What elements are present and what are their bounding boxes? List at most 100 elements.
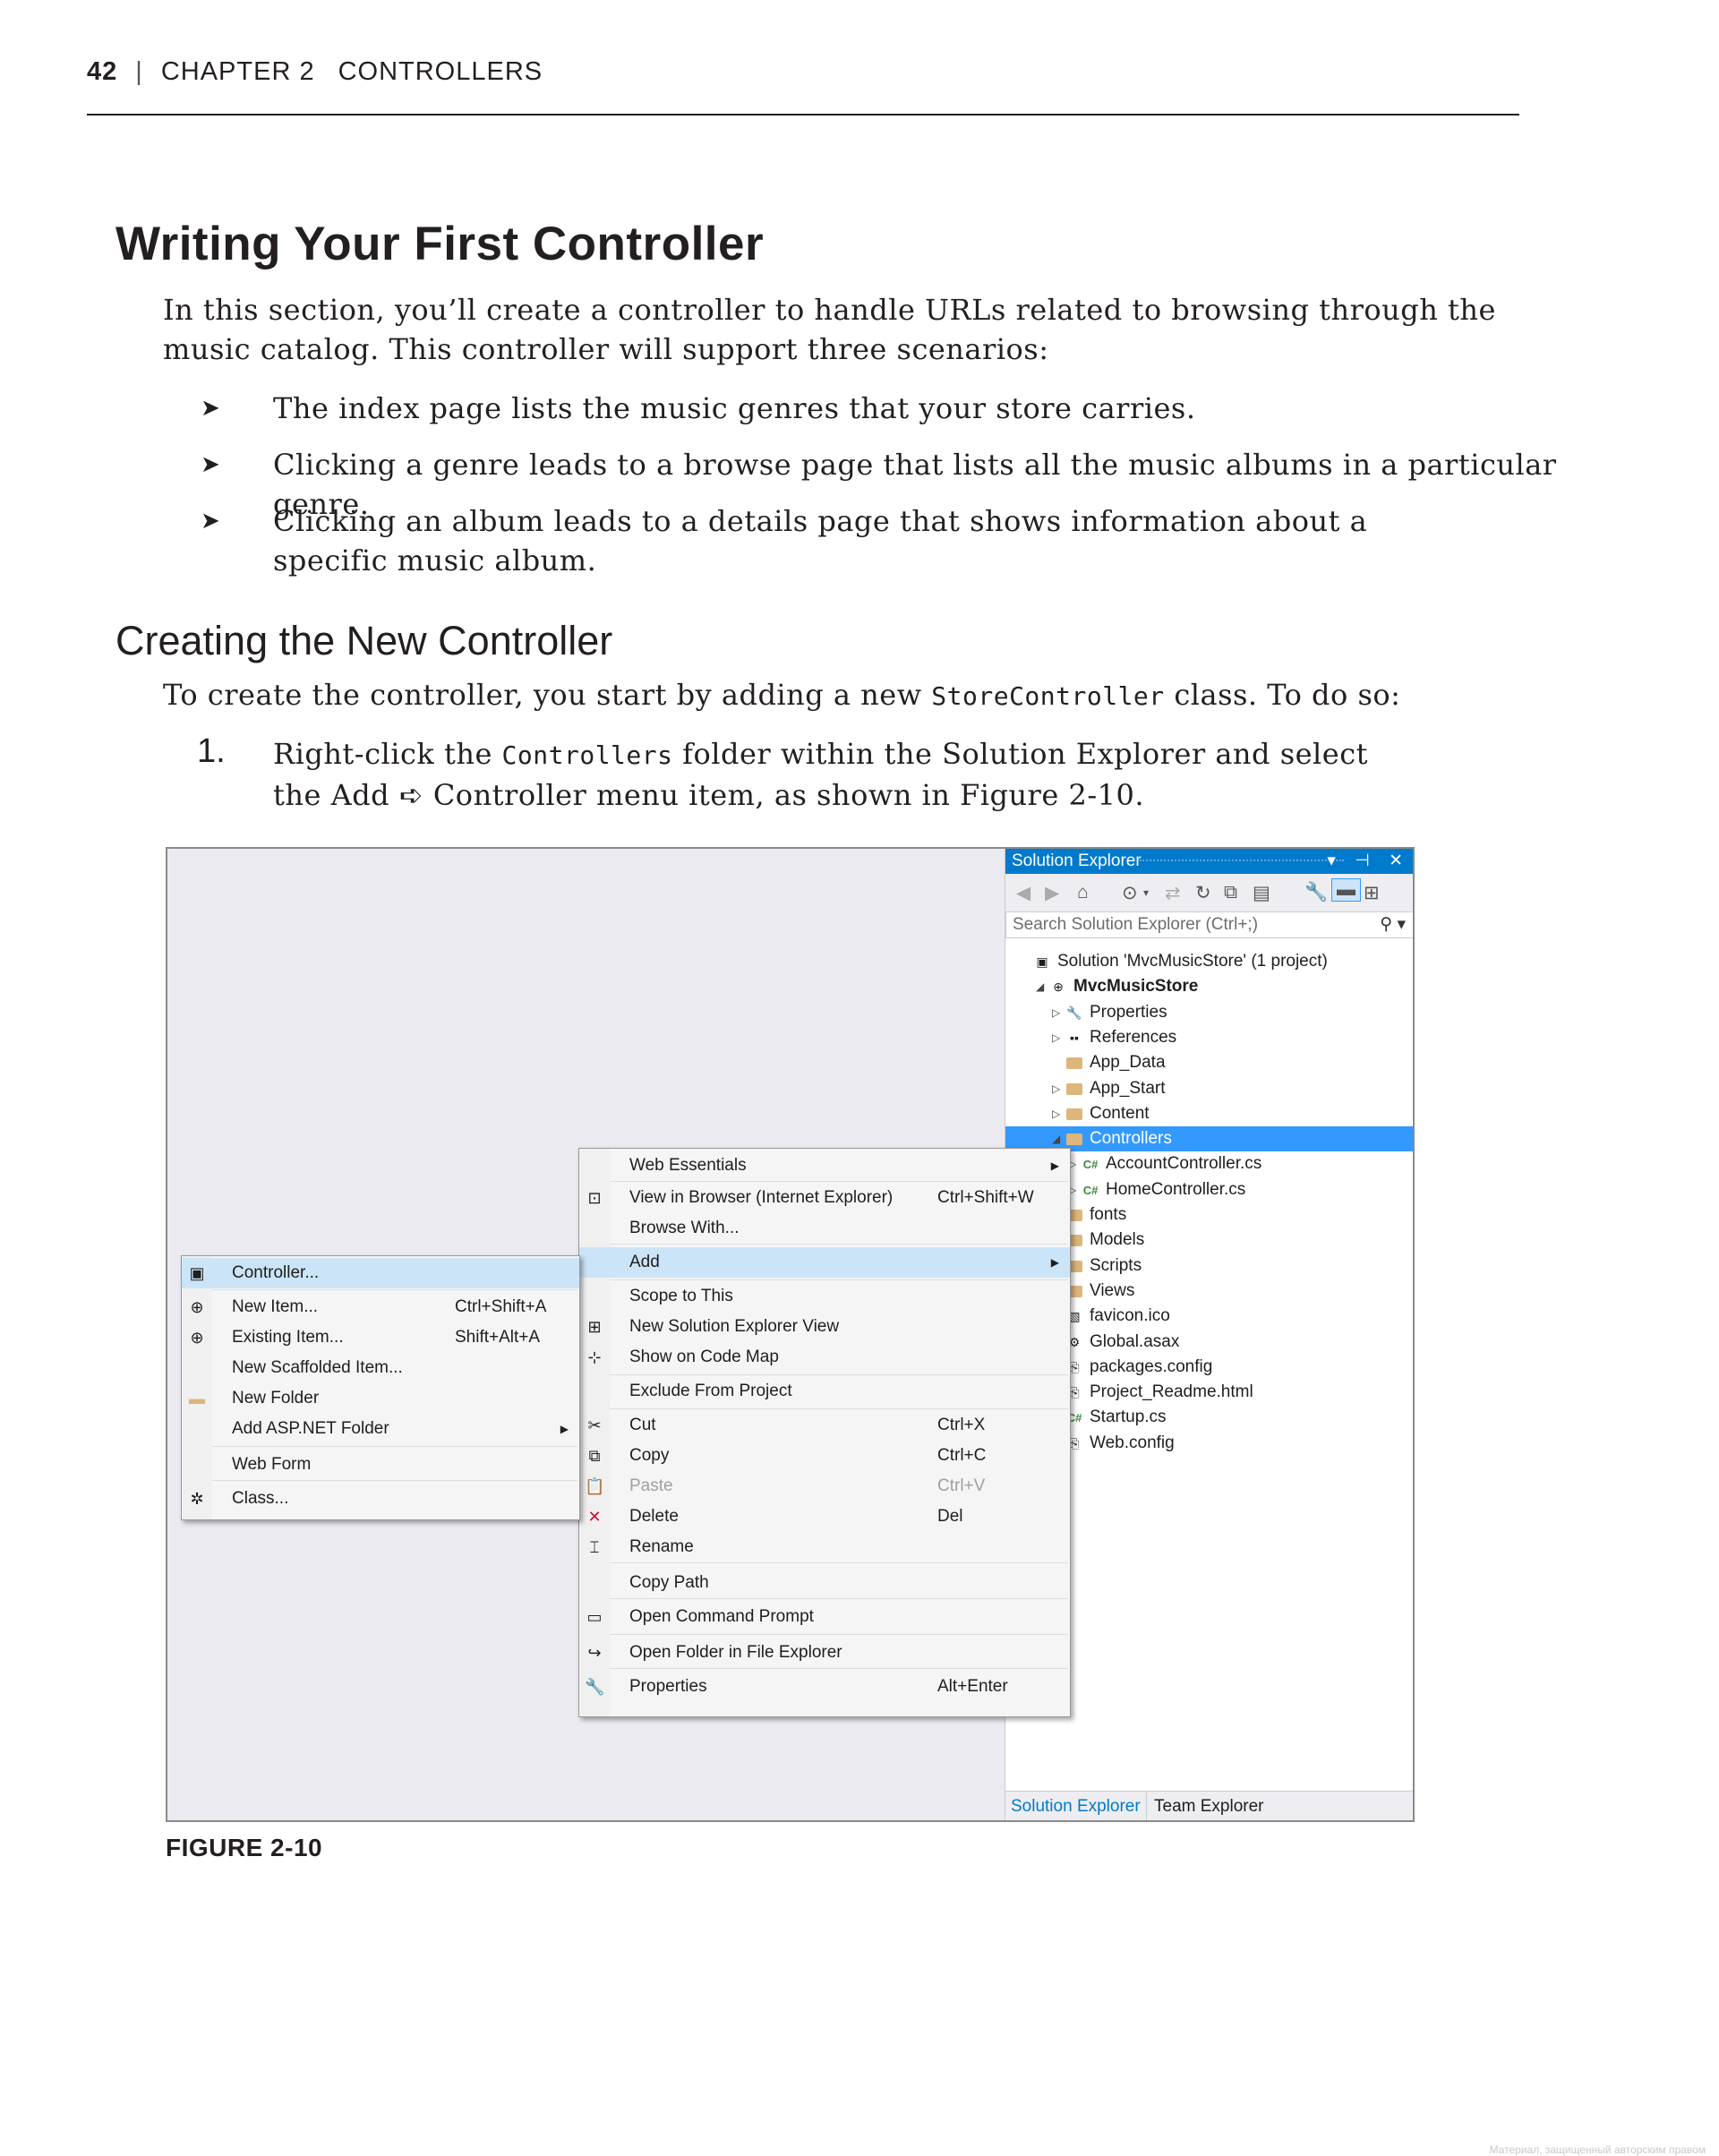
solution-icon: ▣ (1036, 954, 1048, 969)
back-icon[interactable]: ◀ (1016, 882, 1031, 904)
tree-item[interactable]: ▣ Solution 'MvcMusicStore' (1 project) (1005, 949, 1413, 974)
menu-item-paste[interactable]: 📋 Paste Ctrl+V (579, 1471, 1070, 1502)
tree-item-label: AccountController.cs (1106, 1154, 1262, 1174)
collapse-arrow-icon[interactable]: ◢ (1036, 974, 1044, 999)
menu-item-copy[interactable]: ⧉ Copy Ctrl+C (579, 1441, 1070, 1471)
tab-solution-explorer[interactable]: Solution Explorer (1011, 1797, 1141, 1817)
menu-item-cut[interactable]: ✂ Cut Ctrl+X (579, 1410, 1070, 1441)
properties-wrench-icon[interactable]: 🔧 (1304, 882, 1328, 903)
tree-item-label: fonts (1090, 1205, 1127, 1224)
controller-icon: ▣ (189, 1264, 205, 1282)
paste-icon: 📋 (585, 1477, 605, 1495)
menu-item-label: New Solution Explorer View (629, 1317, 840, 1336)
menu-item-open-folder-in-file-explorer[interactable]: ↪ Open Folder in File Explorer (579, 1638, 1070, 1668)
titlebar-grip (1140, 860, 1344, 865)
bullet-arrow-icon: ➤ (201, 395, 221, 422)
references-icon: ▪▪ (1070, 1030, 1079, 1045)
tree-item-label: App_Data (1090, 1053, 1166, 1073)
sync-icon[interactable]: ⇄ (1165, 882, 1181, 904)
collapse-all-icon[interactable]: ⧉ (1224, 882, 1237, 903)
menu-item-rename[interactable]: ⌶ Rename (579, 1532, 1070, 1562)
search-input[interactable]: Search Solution Explorer (Ctrl+;) (1013, 915, 1258, 935)
menu-item-label: New Folder (232, 1389, 320, 1407)
window-buttons[interactable]: ▾ ⊣ ✕ (1327, 851, 1410, 871)
tree-item[interactable]: ▷ 🔧 Properties (1005, 1000, 1413, 1025)
menu-item-label: Paste (629, 1476, 673, 1495)
page-number: 42 (87, 57, 118, 86)
refresh-icon[interactable]: ↻ (1195, 882, 1211, 904)
menu-item-new-solution-explorer-view[interactable]: ⊞ New Solution Explorer View (579, 1312, 1070, 1342)
expand-arrow-icon[interactable]: ▷ (1052, 1000, 1060, 1025)
solution-explorer-search[interactable]: Search Solution Explorer (Ctrl+;) ⚲ ▾ (1005, 911, 1413, 938)
menu-item-new-folder[interactable]: ▬ New Folder (182, 1383, 579, 1414)
menu-item-new-item[interactable]: ⊕ New Item... Ctrl+Shift+A (182, 1292, 579, 1322)
tab-team-explorer[interactable]: Team Explorer (1154, 1797, 1264, 1817)
tree-item-label: References (1090, 1027, 1177, 1047)
menu-item-add-asp-net-folder[interactable]: Add ASP.NET Folder ▶ (182, 1414, 579, 1444)
menu-separator (610, 1668, 1068, 1669)
figure-caption: FIGURE 2-10 (166, 1834, 323, 1861)
wrench-icon: 🔧 (585, 1678, 605, 1696)
menu-item-view-in-browser-internet-explorer[interactable]: ⊡ View in Browser (Internet Explorer) Ctrl… (579, 1183, 1070, 1213)
menu-item-label: Open Command Prompt (629, 1607, 814, 1626)
tree-item[interactable]: ▷ Content (1005, 1101, 1413, 1126)
menu-separator (610, 1562, 1068, 1563)
menu-item-properties[interactable]: 🔧 Properties Alt+Enter (579, 1672, 1070, 1702)
search-icon[interactable]: ⚲ ▾ (1380, 914, 1406, 935)
code-map-icon[interactable]: ⊞ (1364, 882, 1380, 904)
delete-icon: ✕ (587, 1508, 602, 1526)
chevron-down-icon[interactable]: ▾ (1143, 886, 1149, 899)
menu-item-web-form[interactable]: Web Form (182, 1450, 579, 1480)
tree-item-label: Project_Readme.html (1090, 1382, 1253, 1402)
existing-item-icon: ⊕ (190, 1329, 204, 1347)
menu-item-exclude-from-project[interactable]: Exclude From Project (579, 1376, 1070, 1407)
menu-separator (610, 1279, 1068, 1280)
menu-item-existing-item[interactable]: ⊕ Existing Item... Shift+Alt+A (182, 1322, 579, 1353)
forward-icon[interactable]: ▶ (1045, 882, 1059, 904)
show-all-files-icon[interactable]: ▤ (1253, 882, 1270, 904)
menu-separator (610, 1408, 1068, 1409)
expand-arrow-icon[interactable]: ▷ (1052, 1076, 1060, 1101)
expand-arrow-icon[interactable]: ▷ (1052, 1025, 1060, 1050)
solution-explorer-titlebar: Solution Explorer ▾ ⊣ ✕ (1005, 849, 1413, 874)
home-icon[interactable]: ⌂ (1077, 882, 1089, 903)
tree-item-label: Scripts (1090, 1255, 1142, 1275)
menu-item-class[interactable]: ✲ Class... (182, 1484, 579, 1514)
menu-item-new-scaffolded-item[interactable]: New Scaffolded Item... (182, 1353, 579, 1383)
solution-explorer-toolbar: ◀ ▶ ⌂ ⊙ ▾ ⇄ ↻ ⧉ ▤ 🔧 ▬ ⊞ (1005, 874, 1413, 911)
menu-item-delete[interactable]: ✕ Delete Del (579, 1502, 1070, 1532)
csharp-file-icon: C# (1082, 1158, 1099, 1172)
running-head: 42 | CHAPTER 2 CONTROLLERS (87, 57, 543, 97)
menu-item-show-on-code-map[interactable]: ⊹ Show on Code Map (579, 1342, 1070, 1373)
tree-item[interactable]: ▷ App_Start (1005, 1076, 1413, 1103)
tree-item[interactable]: App_Data (1005, 1050, 1413, 1075)
menu-separator (610, 1181, 1068, 1182)
new-view-icon: ⊞ (587, 1318, 602, 1336)
chapter-label: CHAPTER 2 (160, 57, 315, 86)
menu-item-label: New Scaffolded Item... (232, 1358, 403, 1377)
menu-item-label: New Item... (232, 1297, 319, 1316)
pending-changes-icon[interactable]: ⊙ (1122, 882, 1138, 904)
folder-icon (1066, 1076, 1082, 1103)
tree-item[interactable]: ▷ ▪▪ References (1005, 1025, 1413, 1050)
submenu-arrow-icon: ▶ (560, 1423, 569, 1435)
solution-explorer-title: Solution Explorer (1012, 851, 1142, 870)
menu-item-web-essentials[interactable]: Web Essentials ▶ (579, 1151, 1070, 1181)
bullet-arrow-icon: ➤ (201, 451, 221, 478)
menu-item-scope-to-this[interactable]: Scope to This (579, 1281, 1070, 1312)
menu-item-copy-path[interactable]: Copy Path (579, 1568, 1070, 1598)
expand-arrow-icon[interactable]: ▷ (1052, 1101, 1060, 1126)
menu-item-browse-with[interactable]: Browse With... (579, 1213, 1070, 1244)
menu-item-label: Copy (629, 1446, 670, 1465)
chapter-title: CONTROLLERS (338, 57, 543, 86)
menu-item-open-command-prompt[interactable]: ▭ Open Command Prompt (579, 1602, 1070, 1632)
menu-item-shortcut: Ctrl+X (937, 1416, 986, 1434)
menu-item-label: Rename (629, 1537, 694, 1556)
tree-item-label: Solution 'MvcMusicStore' (1 project) (1057, 952, 1328, 971)
preview-icon[interactable]: ▬ (1331, 878, 1361, 902)
tree-item[interactable]: ◢ ⊕ MvcMusicStore (1005, 974, 1413, 999)
menu-item-controller[interactable]: ▣ Controller... (182, 1258, 579, 1288)
rename-icon: ⌶ (589, 1538, 600, 1556)
step-text: Right-click the Controllers folder withi… (273, 737, 1368, 812)
menu-item-add[interactable]: Add ▶ (579, 1247, 1070, 1278)
